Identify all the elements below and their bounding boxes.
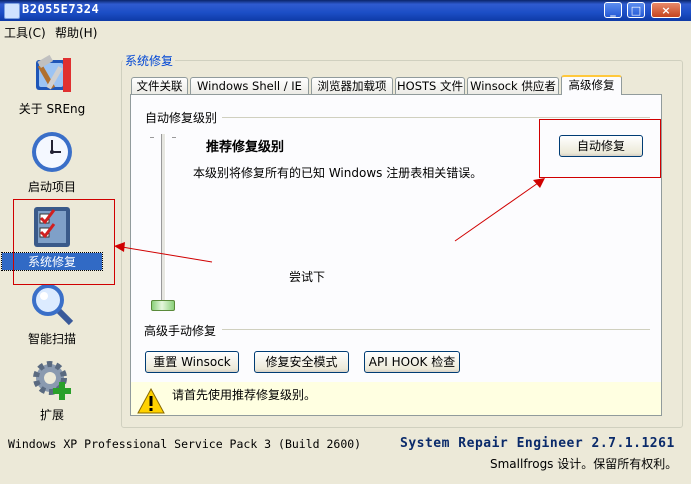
- reset-winsock-button[interactable]: 重置 Winsock: [145, 351, 239, 373]
- notice-text: 请首先使用推荐修复级别。: [172, 388, 317, 402]
- annotation-text: 尝试下: [289, 270, 326, 284]
- arrow-to-button-head: [533, 178, 545, 188]
- product-name: System Repair Engineer 2.7.1.1261: [400, 436, 675, 451]
- copyright-text: Smallfrogs 设计。保留所有权利。: [490, 457, 678, 471]
- repair-safe-mode-button[interactable]: 修复安全模式: [254, 351, 349, 373]
- arrow-to-nav-line: [121, 246, 213, 263]
- manual-repair-section-label: 高级手动修复: [144, 324, 217, 338]
- api-hook-check-button[interactable]: API HOOK 检查: [364, 351, 460, 373]
- manual-repair-divider: [222, 329, 650, 330]
- os-info: Windows XP Professional Service Pack 3 (…: [8, 437, 362, 451]
- arrow-to-button-line: [454, 182, 539, 242]
- arrow-to-nav-head: [114, 242, 125, 252]
- warning-icon: [137, 387, 165, 414]
- tab-advanced-repair[interactable]: 高级修复: [561, 75, 622, 95]
